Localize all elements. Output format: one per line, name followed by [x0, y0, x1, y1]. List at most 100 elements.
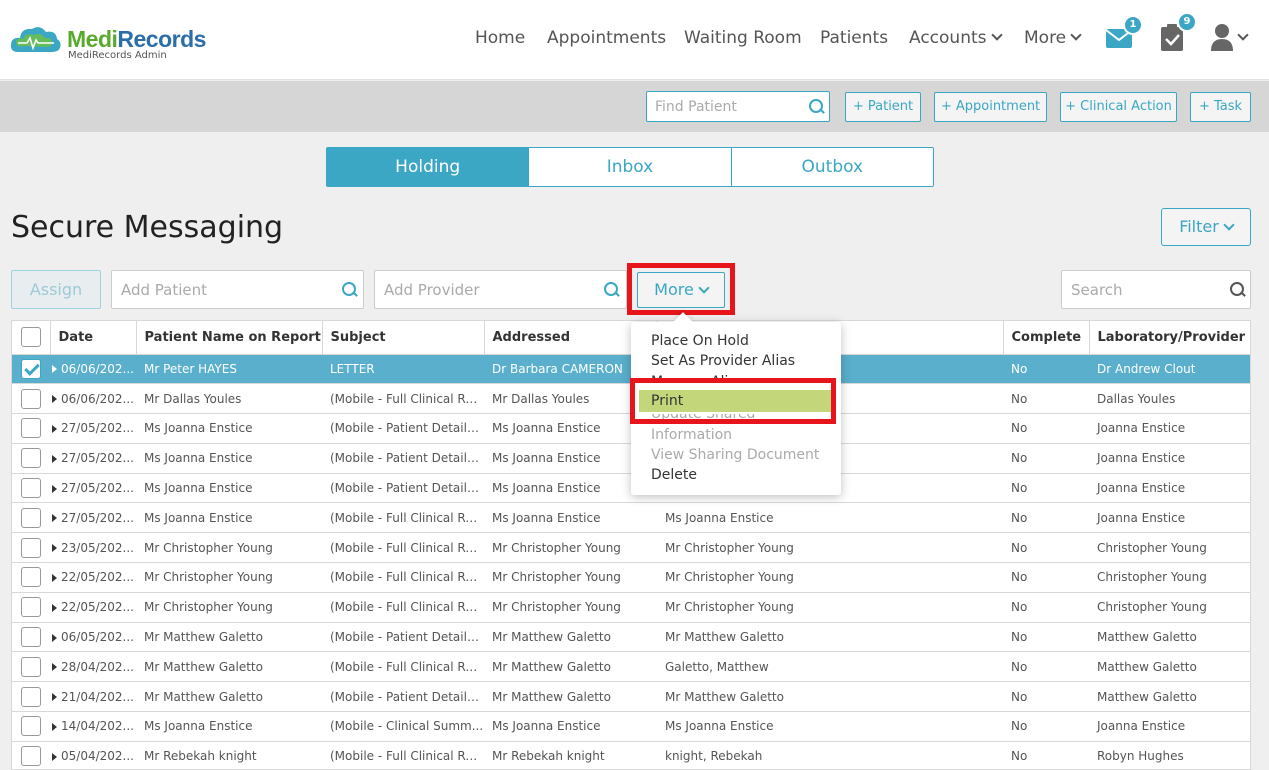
expand-row-icon[interactable] [52, 722, 57, 731]
search-icon[interactable] [604, 282, 620, 298]
row-checkbox[interactable] [21, 627, 41, 648]
cell-date-text: 27/05/202... [61, 421, 134, 436]
nav-home[interactable]: Home [475, 28, 525, 48]
menu-item-delete[interactable]: Delete [651, 467, 697, 483]
row-checkbox[interactable] [21, 478, 41, 499]
table-row[interactable]: 06/05/202... Mr Matthew Galetto (Mobile - … [12, 622, 1250, 653]
cell-complete: No [1003, 413, 1089, 444]
tab-inbox[interactable]: Inbox [529, 148, 732, 186]
nav-accounts[interactable]: Accounts [909, 28, 1003, 48]
expand-row-icon[interactable] [52, 663, 57, 672]
cell-subject: (Mobile - Patient Details)... [322, 622, 484, 653]
cell-addressed: Ms Joanna Enstice [484, 711, 657, 742]
table-row[interactable]: 28/04/202... Mr Matthew Galetto (Mobile - … [12, 651, 1250, 683]
table-row[interactable]: 05/04/202... Mr Rebekah knight (Mobile - F… [12, 741, 1250, 769]
user-menu[interactable] [1211, 22, 1259, 54]
row-checkbox[interactable] [21, 537, 41, 558]
expand-row-icon[interactable] [52, 544, 57, 553]
column-header-patient[interactable]: Patient Name on Report [136, 321, 323, 355]
expand-row-icon[interactable] [52, 424, 57, 433]
column-header-complete[interactable]: Complete [1003, 321, 1090, 355]
cell-provider: Mr Christopher Young [657, 592, 1003, 623]
tasks-button[interactable]: 9 [1159, 12, 1197, 54]
add-patient-button[interactable]: + Patient [845, 92, 921, 122]
cell-patient: Mr Christopher Young [136, 562, 322, 593]
expand-row-icon[interactable] [52, 693, 57, 702]
expand-row-icon[interactable] [52, 484, 57, 493]
add-clinical-action-button[interactable]: + Clinical Action [1060, 92, 1177, 122]
expand-row-icon[interactable] [52, 514, 57, 523]
menu-item-manage-alias[interactable]: Manage Alias [651, 374, 744, 382]
menu-item-place-on-hold[interactable]: Place On Hold [651, 333, 749, 349]
cell-subject: (Mobile - Full Clinical Rec... [322, 562, 484, 593]
row-checkbox[interactable] [21, 746, 41, 767]
nav-appointments[interactable]: Appointments [547, 28, 666, 48]
add-patient-input[interactable] [112, 271, 332, 308]
row-select-cell [12, 473, 50, 504]
messages-button[interactable]: 1 [1105, 15, 1143, 57]
nav-waiting-room[interactable]: Waiting Room [684, 28, 802, 48]
row-checkbox[interactable] [21, 418, 41, 439]
row-checkbox[interactable] [21, 507, 41, 528]
tab-holding[interactable]: Holding [327, 148, 530, 186]
nav-more[interactable]: More [1024, 28, 1082, 48]
cell-date: 27/05/202... [50, 502, 136, 534]
nav-patients[interactable]: Patients [820, 28, 888, 48]
table-row[interactable]: 23/05/202... Mr Christopher Young (Mobile … [12, 532, 1250, 564]
cell-date-text: 06/06/202... [61, 391, 134, 406]
column-header-date[interactable]: Date [50, 321, 137, 355]
table-row[interactable]: 22/05/202... Mr Christopher Young (Mobile … [12, 562, 1250, 593]
row-checkbox[interactable] [21, 656, 41, 677]
row-checkbox[interactable] [21, 686, 41, 707]
user-icon [1211, 24, 1233, 51]
cell-subject: (Mobile - Full Clinical Rec... [322, 383, 484, 415]
row-checkbox[interactable] [21, 597, 41, 618]
expand-row-icon[interactable] [52, 454, 57, 463]
search-icon[interactable] [342, 282, 358, 298]
row-checkbox[interactable] [21, 716, 41, 737]
column-header-subject[interactable]: Subject [322, 321, 485, 355]
app-logo[interactable]: MediRecords MediRecords Admin [10, 18, 220, 66]
row-checkbox[interactable] [21, 388, 41, 409]
expand-row-icon[interactable] [52, 633, 57, 642]
find-patient-input[interactable] [647, 92, 797, 121]
row-checkbox[interactable] [21, 448, 41, 469]
cell-date: 14/04/202... [50, 711, 136, 742]
row-checkbox[interactable] [21, 358, 41, 379]
table-row[interactable]: 22/05/202... Mr Christopher Young (Mobile … [12, 592, 1250, 623]
select-all-checkbox[interactable] [20, 327, 41, 348]
message-tabs: Holding Inbox Outbox [326, 147, 934, 187]
cell-patient: Mr Christopher Young [136, 592, 322, 623]
cell-complete: No [1003, 592, 1089, 623]
expand-row-icon[interactable] [52, 365, 57, 374]
menu-item-set-provider-alias[interactable]: Set As Provider Alias [651, 353, 795, 369]
tab-outbox[interactable]: Outbox [732, 148, 933, 186]
add-provider-input[interactable] [375, 271, 595, 308]
cell-lab: Joanna Enstice [1089, 443, 1250, 474]
table-row[interactable]: 27/05/202... Ms Joanna Enstice (Mobile - F… [12, 502, 1250, 534]
expand-row-icon[interactable] [52, 752, 57, 761]
brand-subtitle: MediRecords Admin [68, 50, 167, 61]
expand-row-icon[interactable] [52, 603, 57, 612]
cell-date-text: 23/05/202... [61, 540, 134, 555]
cell-lab: Matthew Galetto [1089, 681, 1250, 713]
row-select-cell [12, 651, 50, 683]
menu-item-print[interactable]: Print [651, 393, 683, 409]
add-task-button[interactable]: + Task [1190, 92, 1251, 122]
more-actions-menu: Place On Hold Set As Provider Alias Mana… [631, 322, 841, 495]
assign-button[interactable]: Assign [11, 270, 101, 309]
search-icon[interactable] [809, 99, 825, 115]
row-checkbox[interactable] [21, 567, 41, 588]
table-row[interactable]: 14/04/202... Ms Joanna Enstice (Mobile - C… [12, 711, 1250, 742]
column-header-laboratory[interactable]: Laboratory/Provider [1089, 321, 1250, 355]
more-actions-button[interactable]: More [637, 272, 725, 308]
search-icon[interactable] [1230, 282, 1246, 298]
table-row[interactable]: 21/04/202... Mr Matthew Galetto (Mobile - … [12, 681, 1250, 713]
row-select-cell [12, 502, 50, 534]
cell-complete: No [1003, 473, 1089, 504]
expand-row-icon[interactable] [52, 395, 57, 404]
filter-button[interactable]: Filter [1161, 208, 1251, 246]
add-appointment-button[interactable]: + Appointment [934, 92, 1047, 122]
expand-row-icon[interactable] [52, 573, 57, 582]
search-input[interactable] [1062, 271, 1222, 308]
